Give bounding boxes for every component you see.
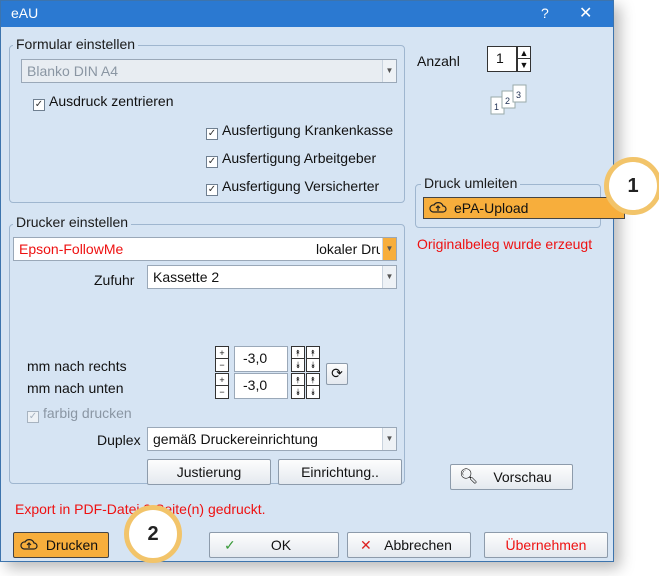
offset-down-fast-down[interactable]: ⯭ ⯯ [306,373,320,399]
double-up-icon[interactable]: ⯭ [307,374,319,386]
copy-insured-checkbox[interactable]: ✓ Ausfertigung Versicherter [206,178,379,196]
offset-down-spinner[interactable]: + − [215,373,229,399]
template-value: Blanko DIN A4 [27,63,119,79]
plus-icon[interactable]: + [216,347,228,359]
feed-value: Kassette 2 [153,269,220,285]
offset-right-label: mm nach rechts [27,358,127,374]
printer-group-title: Drucker einstellen [13,214,132,230]
svg-text:1: 1 [494,102,499,112]
copy-insurance-checkbox[interactable]: ✓ Ausfertigung Krankenkasse [206,122,398,140]
print-label: Drucken [45,537,99,553]
title-bar: eAU ? ✕ [1,1,613,27]
spin-down-icon[interactable]: ▼ [518,59,530,71]
checkbox-icon: ✓ [206,128,218,140]
chevron-down-icon: ▼ [382,238,396,260]
chevron-down-icon: ▼ [382,428,396,450]
check-icon: ✓ [224,537,236,553]
cloud-upload-icon [429,199,447,220]
offset-right-fast-up[interactable]: ⯭ ⯯ [291,346,305,372]
adjust-button[interactable]: Justierung [147,459,271,485]
cloud-upload-icon [20,536,38,561]
ok-label: OK [270,537,292,553]
anzahl-label: Anzahl [417,53,460,69]
eau-dialog: eAU ? ✕ Formular einstellen Blanko DIN A… [0,0,625,562]
svg-text:3: 3 [516,90,521,100]
double-down-icon[interactable]: ⯯ [307,386,319,398]
copies-icon: 1 2 3 [490,84,527,115]
feed-label: Zufuhr [94,272,135,288]
template-select[interactable]: Blanko DIN A4 ▼ [21,59,397,83]
callout-1: 1 [604,157,659,215]
double-up-icon[interactable]: ⯭ [292,374,304,386]
minus-icon[interactable]: − [216,386,228,398]
close-icon: ✕ [360,537,372,553]
spin-up-icon[interactable]: ▲ [518,47,530,59]
double-up-icon[interactable]: ⯭ [307,347,319,359]
redirect-select[interactable]: ePA-Upload [423,197,625,219]
anzahl-spinner[interactable]: ▲ ▼ [517,46,531,72]
ok-button[interactable]: ✓ OK [209,532,339,558]
cancel-button[interactable]: ✕ Abbrechen [347,532,471,558]
printer-select[interactable]: Epson-FollowMe lokaler Drucker ▼ [13,237,397,261]
close-button[interactable]: ✕ [579,3,592,23]
redirect-status: Originalbeleg wurde erzeugt [417,236,593,252]
printer-name: Epson-FollowMe [19,241,124,257]
offset-right-input[interactable]: -3,0 [234,346,288,372]
checkbox-icon: ✓ [27,411,39,423]
preview-button[interactable]: 🔍︎ Vorschau [450,464,573,490]
offset-down-label: mm nach unten [27,380,124,396]
checkbox-icon: ✓ [206,156,218,168]
center-print-label: Ausdruck zentrieren [49,93,174,109]
color-print-checkbox[interactable]: ✓ farbig drucken [27,405,132,423]
setup-button[interactable]: Einrichtung.. [278,459,402,485]
copy-insured-label: Ausfertigung Versicherter [222,178,380,194]
color-print-label: farbig drucken [43,405,132,421]
duplex-select[interactable]: gemäß Druckereinrichtung ▼ [147,427,397,451]
double-down-icon[interactable]: ⯯ [292,359,304,371]
double-up-icon[interactable]: ⯭ [292,347,304,359]
formular-group-title: Formular einstellen [13,36,139,52]
checkbox-icon: ✓ [33,99,45,111]
callout-2: 2 [124,505,182,563]
offset-down-input[interactable]: -3,0 [234,373,288,399]
refresh-button[interactable]: ⟳ [326,363,348,385]
refresh-icon: ⟳ [331,365,343,381]
chevron-down-icon: ▼ [382,60,396,82]
offset-right-fast-down[interactable]: ⯭ ⯯ [306,346,320,372]
print-button[interactable]: Drucken [13,532,109,558]
feed-select[interactable]: Kassette 2 ▼ [147,265,397,289]
center-print-checkbox[interactable]: ✓ Ausdruck zentrieren [33,93,174,111]
copy-employer-checkbox[interactable]: ✓ Ausfertigung Arbeitgeber [206,150,376,168]
printer-type: lokaler Drucker [316,241,380,257]
plus-icon[interactable]: + [216,374,228,386]
window-title: eAU [11,5,39,21]
copy-insurance-label: Ausfertigung Krankenkasse [222,122,394,138]
search-icon: 🔍︎ [459,468,479,485]
duplex-label: Duplex [97,432,141,448]
cancel-label: Abbrechen [384,537,452,553]
anzahl-input[interactable]: 1 [487,46,517,72]
preview-label: Vorschau [493,469,552,485]
help-button[interactable]: ? [541,5,549,21]
svg-text:2: 2 [505,96,510,106]
redirect-value: ePA-Upload [454,200,529,216]
minus-icon[interactable]: − [216,359,228,371]
apply-button[interactable]: Übernehmen [484,532,608,558]
offset-right-spinner[interactable]: + − [215,346,229,372]
double-down-icon[interactable]: ⯯ [292,386,304,398]
redirect-group-title: Druck umleiten [421,175,521,191]
checkbox-icon: ✓ [206,184,218,196]
double-down-icon[interactable]: ⯯ [307,359,319,371]
copy-employer-label: Ausfertigung Arbeitgeber [222,150,377,166]
chevron-down-icon: ▼ [382,266,396,288]
offset-down-fast-up[interactable]: ⯭ ⯯ [291,373,305,399]
duplex-value: gemäß Druckereinrichtung [153,431,318,447]
